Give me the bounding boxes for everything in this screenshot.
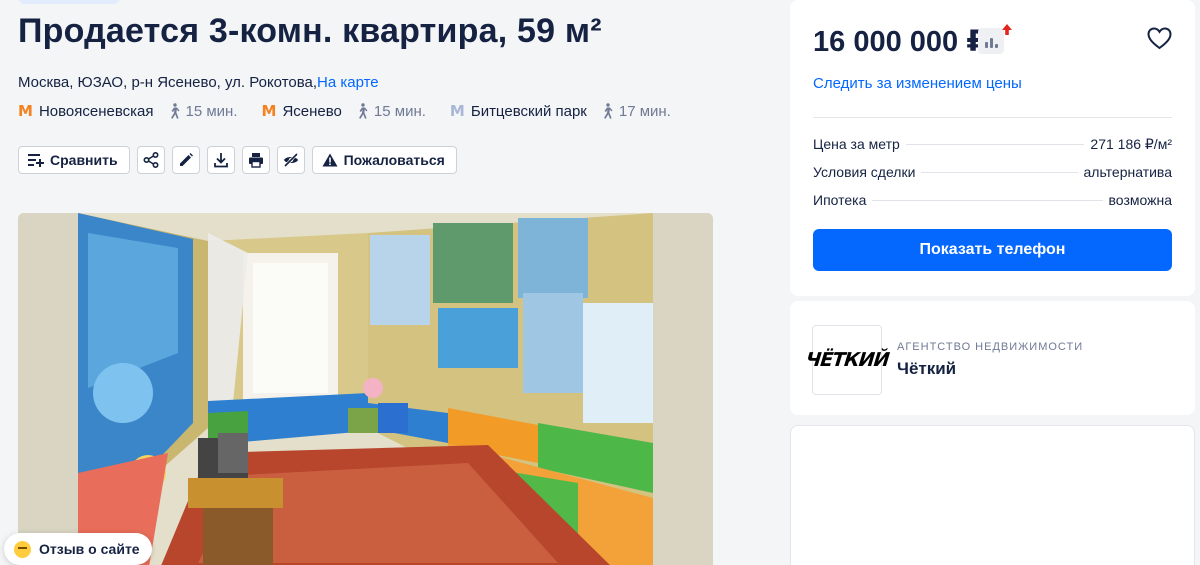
metro-icon: М bbox=[261, 102, 277, 120]
divider bbox=[813, 117, 1172, 118]
empty-card bbox=[790, 425, 1195, 565]
walk-time: 15 мин. bbox=[168, 103, 238, 120]
param-value: возможна bbox=[1108, 192, 1172, 208]
edit-button[interactable] bbox=[171, 146, 200, 174]
share-icon bbox=[143, 152, 159, 168]
top-tag bbox=[18, 0, 120, 4]
metro-icon: М bbox=[449, 102, 465, 120]
price-card: 16 000 000 ₽ Следить за изменением цены … bbox=[790, 0, 1195, 296]
walk-icon bbox=[170, 103, 180, 119]
agent-card: ЧЁТКИЙ Агентство недвижимости Чёткий bbox=[790, 301, 1195, 415]
share-button[interactable] bbox=[136, 146, 165, 174]
page-title: Продается 3-комн. квартира, 59 м² bbox=[18, 12, 602, 50]
show-phone-button[interactable]: Показать телефон bbox=[813, 229, 1172, 271]
address: Москва, ЮЗАО, р-н Ясенево, ул. Рокотова, bbox=[18, 74, 318, 91]
param-row: Цена за метр 271 186 ₽/м² bbox=[813, 136, 1172, 164]
site-feedback-button[interactable]: Отзыв о сайте bbox=[4, 533, 152, 565]
download-icon bbox=[213, 153, 228, 168]
agent-name[interactable]: Чёткий bbox=[897, 359, 956, 379]
agent-logo-text: ЧЁТКИЙ bbox=[804, 349, 890, 371]
warning-icon bbox=[322, 153, 338, 167]
compare-button[interactable]: Сравнить bbox=[18, 146, 130, 174]
action-bar: Сравнить Пожаловаться bbox=[18, 146, 464, 174]
metro-station[interactable]: М Битцевский парк 17 мин. bbox=[450, 102, 671, 120]
walk-time: 17 мин. bbox=[601, 103, 671, 120]
param-row: Условия сделки альтернатива bbox=[813, 164, 1172, 192]
compare-icon bbox=[28, 154, 44, 167]
metro-name: Ясенево bbox=[282, 102, 342, 120]
complain-button[interactable]: Пожаловаться bbox=[311, 146, 457, 174]
emoji-icon bbox=[14, 540, 31, 558]
param-dots bbox=[905, 144, 1085, 145]
print-icon bbox=[248, 153, 263, 168]
walk-time-text: 17 мин. bbox=[618, 102, 671, 120]
chart-bar-icon bbox=[989, 38, 993, 48]
chart-bar-icon bbox=[984, 42, 988, 48]
complain-label: Пожаловаться bbox=[343, 152, 445, 168]
map-link[interactable]: На карте bbox=[317, 74, 379, 91]
param-dots bbox=[872, 200, 1103, 201]
download-button[interactable] bbox=[206, 146, 235, 174]
room-photo-image bbox=[18, 213, 713, 565]
watch-price-link[interactable]: Следить за изменением цены bbox=[813, 75, 1022, 92]
agent-logo[interactable]: ЧЁТКИЙ bbox=[805, 325, 889, 395]
listing-photo[interactable] bbox=[18, 213, 713, 565]
feedback-label: Отзыв о сайте bbox=[39, 541, 140, 557]
favorite-heart-icon[interactable] bbox=[1147, 27, 1172, 50]
chart-bar-icon bbox=[994, 44, 998, 48]
walk-time: 15 мин. bbox=[356, 103, 426, 120]
metro-list: М Новоясеневская 15 мин. М Ясенево 15 ми… bbox=[18, 101, 695, 121]
param-row: Ипотека возможна bbox=[813, 192, 1172, 220]
walk-icon bbox=[358, 103, 368, 119]
print-button[interactable] bbox=[241, 146, 270, 174]
listing-main: Продается 3-комн. квартира, 59 м² Москва… bbox=[0, 0, 760, 565]
metro-station[interactable]: М Ясенево 15 мин. bbox=[262, 102, 426, 120]
param-value: 271 186 ₽/м² bbox=[1090, 136, 1172, 152]
hide-button[interactable] bbox=[276, 146, 305, 174]
param-label: Условия сделки bbox=[813, 164, 916, 180]
metro-icon: М bbox=[18, 102, 33, 120]
param-label: Ипотека bbox=[813, 192, 867, 208]
param-label: Цена за метр bbox=[813, 136, 900, 152]
price-params: Цена за метр 271 186 ₽/м² Условия сделки… bbox=[813, 136, 1172, 220]
param-value: альтернатива bbox=[1083, 164, 1173, 180]
walk-icon bbox=[603, 103, 613, 119]
edit-icon bbox=[179, 153, 193, 166]
hide-icon bbox=[283, 152, 298, 168]
price: 16 000 000 ₽ bbox=[813, 26, 987, 58]
agent-type: Агентство недвижимости bbox=[897, 341, 1084, 353]
price-up-arrow-icon bbox=[1002, 24, 1012, 35]
metro-name: Новоясеневская bbox=[38, 102, 154, 120]
metro-name: Битцевский парк bbox=[470, 102, 587, 120]
compare-label: Сравнить bbox=[50, 152, 118, 168]
metro-station[interactable]: М Новоясеневская 15 мин. bbox=[18, 102, 238, 120]
walk-time-text: 15 мин. bbox=[185, 102, 238, 120]
param-dots bbox=[921, 172, 1078, 173]
walk-time-text: 15 мин. bbox=[373, 102, 426, 120]
